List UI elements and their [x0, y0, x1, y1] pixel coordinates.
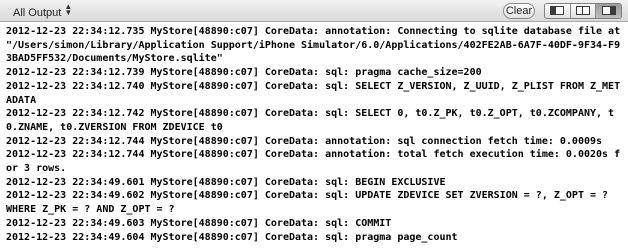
log-line: 2012-12-23 22:34:49.602 MyStore[48890:c0…: [6, 190, 621, 216]
log-line: 2012-12-23 22:34:12.744 MyStore[48890:c0…: [6, 149, 621, 175]
view-mode-split-button[interactable]: [570, 4, 597, 18]
log-line: 2012-12-23 22:34:49.603 MyStore[48890:c0…: [6, 217, 392, 229]
clear-button[interactable]: Clear: [503, 3, 535, 19]
view-mode-segmented-control: [544, 3, 622, 19]
log-line: 2012-12-23 22:34:49.604 MyStore[48890:c0…: [6, 231, 458, 243]
console-log-text: 2012-12-23 22:34:12.735 MyStore[48890:c0…: [6, 25, 622, 244]
output-scope-label: All Output: [13, 7, 62, 19]
log-line: 2012-12-23 22:34:12.744 MyStore[48890:c0…: [6, 135, 603, 147]
split-pane-icon: [576, 6, 590, 15]
output-scope-popup[interactable]: All Output ▲ ▼: [13, 2, 73, 20]
console-toolbar: All Output ▲ ▼ Clear: [0, 0, 628, 22]
view-mode-left-button[interactable]: [545, 4, 571, 18]
popup-stepper-icon: ▲ ▼: [64, 2, 73, 17]
log-line: 2012-12-23 22:34:12.742 MyStore[48890:c0…: [6, 108, 615, 133]
right-pane-icon: [601, 6, 616, 15]
console-output-area[interactable]: 2012-12-23 22:34:12.735 MyStore[48890:c0…: [0, 23, 628, 249]
log-line: 2012-12-23 22:34:12.735 MyStore[48890:c0…: [6, 26, 627, 65]
left-pane-icon: [550, 6, 565, 15]
log-line: 2012-12-23 22:34:49.601 MyStore[48890:c0…: [6, 176, 446, 188]
log-line: 2012-12-23 22:34:12.740 MyStore[48890:c0…: [6, 80, 621, 106]
log-line: 2012-12-23 22:34:12.739 MyStore[48890:c0…: [6, 67, 482, 79]
view-mode-right-button[interactable]: [596, 4, 621, 18]
